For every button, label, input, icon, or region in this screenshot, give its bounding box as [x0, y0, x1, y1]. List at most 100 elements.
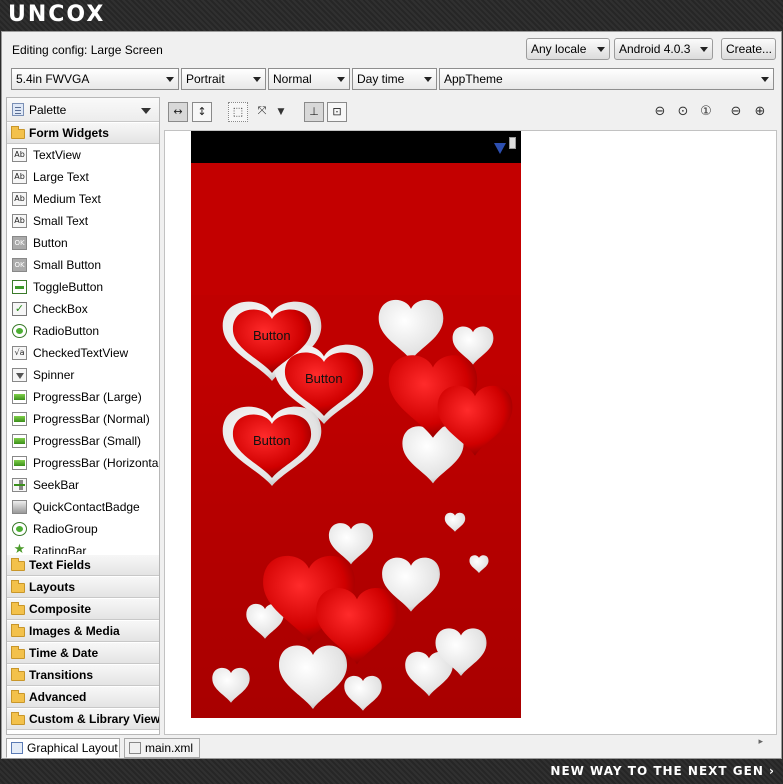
category-advanced[interactable]: Advanced [7, 686, 159, 708]
fill-height-icon[interactable]: ↕ [192, 102, 212, 122]
device-config-row: 5.4in FWVGA Portrait Normal Day time App… [2, 68, 783, 92]
widget-radiogroup[interactable]: RadioGroup [7, 518, 159, 540]
zoom-real-size-icon[interactable]: ⊙ [674, 103, 692, 121]
widget-label: QuickContactBadge [33, 500, 140, 514]
zoom-fit-icon[interactable]: ⊖ [651, 103, 669, 121]
category-label: Layouts [29, 580, 76, 594]
category-text-fields[interactable]: Text Fields [7, 554, 159, 576]
widget-textview[interactable]: Ab TextView [7, 144, 159, 166]
resize-icon[interactable]: ⤧ [252, 102, 272, 122]
progressbar-icon [12, 434, 27, 448]
category-label: Time & Date [29, 646, 99, 660]
android-version-dropdown[interactable]: Android 4.0.3 [614, 38, 713, 60]
category-label: Transitions [29, 668, 94, 682]
widget-progressbar-normal[interactable]: ProgressBar (Normal) [7, 408, 159, 430]
widget-progressbar-large[interactable]: ProgressBar (Large) [7, 386, 159, 408]
category-form-widgets[interactable]: Form Widgets [7, 122, 159, 144]
preview-button-2[interactable]: Button [305, 371, 343, 386]
zoom-100-icon[interactable]: ① [697, 103, 715, 121]
show-margins-icon[interactable]: ⬚ [228, 102, 248, 122]
white-heart [469, 555, 489, 574]
chevron-down-icon [166, 77, 174, 82]
folder-icon [11, 712, 25, 725]
night-mode-value: Day time [357, 72, 405, 86]
radio-icon [12, 324, 27, 338]
widget-progressbar-horizontal[interactable]: ProgressBar (Horizontal) [7, 452, 159, 474]
chevron-down-icon[interactable]: ▼ [272, 103, 290, 121]
widget-label: ProgressBar (Normal) [33, 412, 150, 426]
category-composite[interactable]: Composite [7, 598, 159, 620]
widget-seekbar[interactable]: SeekBar [7, 474, 159, 496]
dock-mode-select[interactable]: Normal [268, 68, 350, 90]
theme-select[interactable]: AppTheme [439, 68, 774, 90]
config-row: Editing config: Large Screen Any locale … [2, 32, 783, 68]
progressbar-icon [12, 412, 27, 426]
widget-medium-text[interactable]: Ab Medium Text [7, 188, 159, 210]
tab-graphical-layout[interactable]: Graphical Layout [6, 738, 120, 758]
device-preview: Button Button Button [191, 131, 521, 718]
tab-xml[interactable]: main.xml [124, 738, 200, 758]
device-select[interactable]: 5.4in FWVGA [11, 68, 179, 90]
tab-label: main.xml [145, 741, 194, 755]
horizontal-scrollbar[interactable]: ◂ ▸ [164, 737, 777, 749]
create-config-button[interactable]: Create... [721, 38, 776, 60]
widget-radiobutton[interactable]: RadioButton [7, 320, 159, 342]
category-images-media[interactable]: Images & Media [7, 620, 159, 642]
widget-progressbar-small[interactable]: ProgressBar (Small) [7, 430, 159, 452]
category-transitions[interactable]: Transitions [7, 664, 159, 686]
chevron-down-icon[interactable] [141, 108, 151, 114]
center-icon[interactable]: ⊡ [327, 102, 347, 122]
chevron-down-icon [761, 77, 769, 82]
progressbar-icon [12, 456, 27, 470]
checked-text-icon: √a [12, 346, 27, 360]
seekbar-icon [12, 478, 27, 492]
widget-checkbox[interactable]: ✓ CheckBox [7, 298, 159, 320]
xml-file-icon [129, 742, 141, 754]
widget-label: RatingBar [33, 544, 87, 554]
widget-togglebutton[interactable]: ToggleButton [7, 276, 159, 298]
night-mode-select[interactable]: Day time [352, 68, 437, 90]
category-label: Advanced [29, 690, 87, 704]
zoom-in-icon[interactable]: ⊕ [751, 103, 769, 121]
widget-quickcontactbadge[interactable]: QuickContactBadge [7, 496, 159, 518]
palette-panel: Palette Form Widgets Ab TextView Ab Large … [6, 97, 160, 735]
hearts-background [212, 299, 513, 711]
widget-label: ProgressBar (Horizontal) [33, 456, 159, 470]
category-time-date[interactable]: Time & Date [7, 642, 159, 664]
baseline-icon[interactable]: ⊥ [304, 102, 324, 122]
theme-value: AppTheme [444, 72, 503, 86]
locale-dropdown[interactable]: Any locale [526, 38, 610, 60]
chevron-down-icon [253, 77, 261, 82]
preview-button-3[interactable]: Button [253, 433, 291, 448]
widget-checkedtextview[interactable]: √a CheckedTextView [7, 342, 159, 364]
palette-header[interactable]: Palette [7, 98, 159, 122]
textview-icon: Ab [12, 214, 27, 228]
checkbox-icon: ✓ [12, 302, 27, 316]
category-label: Composite [29, 602, 92, 616]
widget-spinner[interactable]: Spinner [7, 364, 159, 386]
folder-icon [11, 668, 25, 681]
widget-ratingbar[interactable]: ★ RatingBar [7, 540, 159, 554]
preview-button-1[interactable]: Button [253, 328, 291, 343]
fill-width-icon[interactable]: ↔ [168, 102, 188, 122]
device-value: 5.4in FWVGA [16, 72, 90, 86]
widget-small-text[interactable]: Ab Small Text [7, 210, 159, 232]
widget-button[interactable]: OK Button [7, 232, 159, 254]
folder-icon [11, 558, 25, 571]
category-label: Text Fields [29, 558, 91, 572]
canvas-toolbar: ↔ ↕ ⬚ ⤧ ▼ ⊥ ⊡ ⊖ ⊙ ① ⊖ ⊕ [164, 99, 781, 127]
widget-label: CheckedTextView [33, 346, 129, 360]
white-heart [344, 675, 382, 711]
widget-small-button[interactable]: OK Small Button [7, 254, 159, 276]
scroll-right-icon[interactable]: ▸ [758, 737, 763, 747]
category-label: Form Widgets [29, 126, 109, 140]
widget-large-text[interactable]: Ab Large Text [7, 166, 159, 188]
category-custom-library[interactable]: Custom & Library Views [7, 708, 159, 730]
category-layouts[interactable]: Layouts [7, 576, 159, 598]
widget-label: Large Text [33, 170, 89, 184]
design-canvas[interactable]: Button Button Button [164, 130, 777, 735]
zoom-out-icon[interactable]: ⊖ [727, 103, 745, 121]
folder-icon [11, 580, 25, 593]
radiogroup-icon [12, 522, 27, 536]
orientation-select[interactable]: Portrait [181, 68, 266, 90]
